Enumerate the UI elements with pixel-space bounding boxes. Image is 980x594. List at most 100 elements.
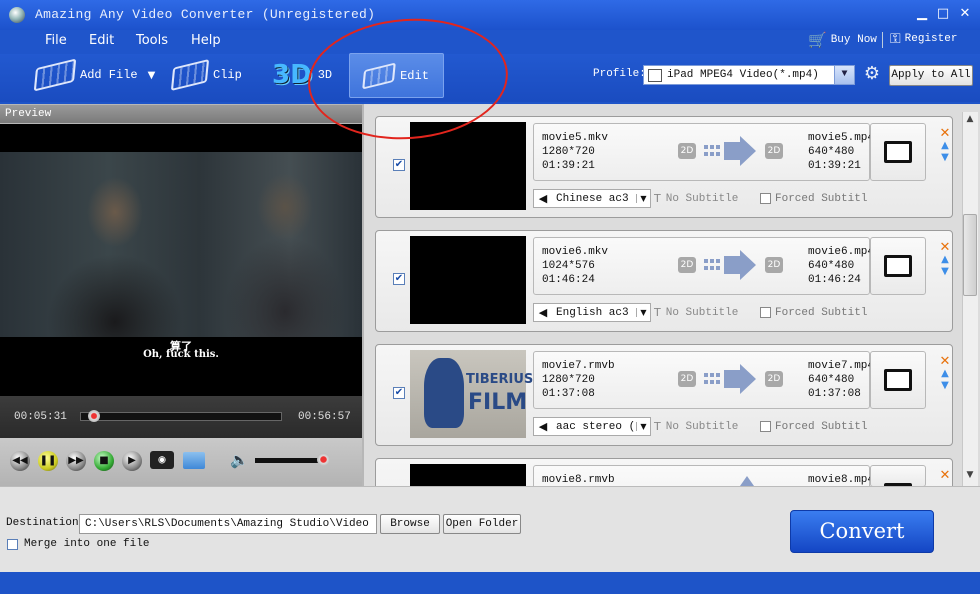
output-duration: 01:39:21 — [808, 160, 861, 172]
move-down-icon[interactable]: ▼ — [938, 381, 952, 391]
audio-track-select[interactable]: ◀ Chinese ac3 ▼ — [533, 189, 651, 208]
scroll-down-icon[interactable]: ▼ — [963, 470, 977, 484]
gear-icon[interactable]: ⚙ — [862, 64, 882, 84]
clip-button[interactable]: Clip — [170, 53, 242, 97]
video-frame — [0, 152, 362, 337]
buy-now-label: Buy Now — [830, 34, 877, 46]
speaker-icon: ◀ — [538, 192, 548, 205]
subtitle-select[interactable]: T No Subtitle — [654, 303, 758, 322]
stop-icon[interactable]: ■ — [94, 451, 114, 471]
minimize-button[interactable]: ▁ — [912, 5, 932, 23]
seek-slider[interactable] — [80, 412, 282, 421]
forced-subtitle-checkbox[interactable] — [760, 307, 771, 318]
delete-icon[interactable]: ✕ — [938, 469, 952, 483]
forced-subtitle-option[interactable]: Forced Subtitle — [760, 417, 868, 436]
profile-select[interactable]: iPad MPEG4 Video(*.mp4) ▼ — [643, 65, 855, 85]
source-2d-badge: 2D — [678, 371, 696, 387]
chevron-down-icon[interactable]: ▼ — [636, 194, 650, 203]
forced-subtitle-option[interactable]: Forced Subtitle — [760, 303, 868, 322]
source-resolution: 1280*720 — [542, 374, 595, 386]
source-resolution: 1280*720 — [542, 146, 595, 158]
output-2d-badge: 2D — [765, 143, 783, 159]
rewind-icon[interactable]: ◀◀ — [10, 451, 30, 471]
current-time: 00:05:31 — [14, 411, 67, 423]
output-resolution: 640*480 — [808, 374, 855, 386]
volume-icon[interactable]: 🔈 — [230, 451, 249, 469]
next-frame-icon[interactable]: ▶ — [122, 451, 142, 471]
output-device-button[interactable] — [870, 465, 926, 487]
register-link[interactable]: ⚿ Register — [890, 31, 957, 47]
output-resolution: 640*480 — [808, 146, 855, 158]
audio-track-select[interactable]: ◀ English ac3 ▼ — [533, 303, 651, 322]
camera-icon[interactable]: ◉ — [150, 451, 174, 469]
forced-subtitle-checkbox[interactable] — [760, 421, 771, 432]
delete-icon[interactable]: ✕ — [938, 355, 952, 369]
source-filename: movie5.mkv — [542, 132, 609, 144]
maximize-button[interactable]: □ — [933, 5, 953, 23]
audio-track-value: Chinese ac3 — [556, 192, 629, 205]
move-down-icon[interactable]: ▼ — [938, 267, 952, 277]
forced-subtitle-checkbox[interactable] — [760, 193, 771, 204]
item-checkbox[interactable]: ✔ — [393, 387, 405, 399]
apply-to-all-button[interactable]: Apply to All — [889, 65, 973, 86]
item-checkbox[interactable]: ✔ — [393, 159, 405, 171]
thumbnail-subtitle: FILM — [468, 390, 528, 415]
merge-checkbox[interactable] — [7, 539, 18, 550]
chevron-down-icon[interactable]: ▼ — [148, 70, 156, 81]
thumbnail-title: TIBERIUS — [466, 372, 534, 387]
menu-file[interactable]: File — [45, 33, 67, 48]
chevron-down-icon[interactable]: ▼ — [636, 308, 650, 317]
delete-icon[interactable]: ✕ — [938, 241, 952, 255]
add-file-button[interactable]: Add File ▼ — [33, 53, 156, 97]
browse-button[interactable]: Browse — [380, 514, 440, 534]
item-thumbnail: TIBERIUS FILM — [410, 350, 533, 438]
output-duration: 01:37:08 — [808, 388, 861, 400]
convert-button[interactable]: Convert — [790, 510, 934, 553]
item-checkbox[interactable]: ✔ — [393, 273, 405, 285]
divider — [882, 32, 883, 48]
forced-subtitle-label: Forced Subtitle — [775, 420, 868, 433]
delete-icon[interactable]: ✕ — [938, 127, 952, 141]
audio-track-select[interactable]: ◀ aac stereo ( ▼ — [533, 417, 651, 436]
move-down-icon[interactable]: ▼ — [938, 153, 952, 163]
destination-label: Destination: — [6, 517, 86, 529]
forced-subtitle-label: Forced Subtitle — [775, 306, 868, 319]
close-button[interactable]: ✕ — [955, 5, 975, 23]
menu-help[interactable]: Help — [191, 33, 221, 48]
item-thumbnail — [410, 236, 526, 324]
subtitle-value: No Subtitle — [665, 192, 739, 205]
scroll-thumb[interactable] — [963, 214, 977, 296]
fast-forward-icon[interactable]: ▶▶ — [66, 451, 86, 471]
subtitle-value: No Subtitle — [665, 420, 739, 433]
move-up-icon[interactable]: ▲ — [938, 255, 952, 265]
tablet-icon — [884, 369, 912, 391]
subtitle-value: No Subtitle — [665, 306, 739, 319]
scrollbar[interactable] — [962, 112, 978, 486]
buy-now-link[interactable]: 🛒 Buy Now — [808, 31, 877, 49]
speaker-icon: ◀ — [538, 420, 548, 433]
output-device-button[interactable] — [870, 351, 926, 409]
menu-edit[interactable]: Edit — [89, 33, 114, 48]
subtitle-select[interactable]: T No Subtitle — [654, 189, 758, 208]
volume-slider[interactable] — [255, 458, 327, 463]
menu-tools[interactable]: Tools — [136, 33, 168, 48]
output-2d-badge: 2D — [765, 371, 783, 387]
film-icon — [33, 58, 77, 92]
subtitle-english: Oh, fuck this. — [143, 349, 219, 360]
source-2d-badge: 2D — [678, 257, 696, 273]
folder-icon[interactable] — [183, 452, 205, 469]
pause-icon[interactable]: ❚❚ — [38, 451, 58, 471]
chevron-down-icon[interactable]: ▼ — [636, 422, 650, 431]
chevron-down-icon[interactable]: ▼ — [834, 66, 854, 84]
output-device-button[interactable] — [870, 123, 926, 181]
subtitle-select[interactable]: T No Subtitle — [654, 417, 758, 436]
output-device-button[interactable] — [870, 237, 926, 295]
destination-input[interactable]: C:\Users\RLS\Documents\Amazing Studio\Vi… — [79, 514, 377, 534]
tablet-icon — [884, 255, 912, 277]
source-filename: movie7.rmvb — [542, 360, 615, 372]
move-up-icon[interactable]: ▲ — [938, 369, 952, 379]
move-up-icon[interactable]: ▲ — [938, 141, 952, 151]
forced-subtitle-option[interactable]: Forced Subtitle — [760, 189, 868, 208]
scroll-up-icon[interactable]: ▲ — [963, 114, 977, 128]
open-folder-button[interactable]: Open Folder — [443, 514, 521, 534]
